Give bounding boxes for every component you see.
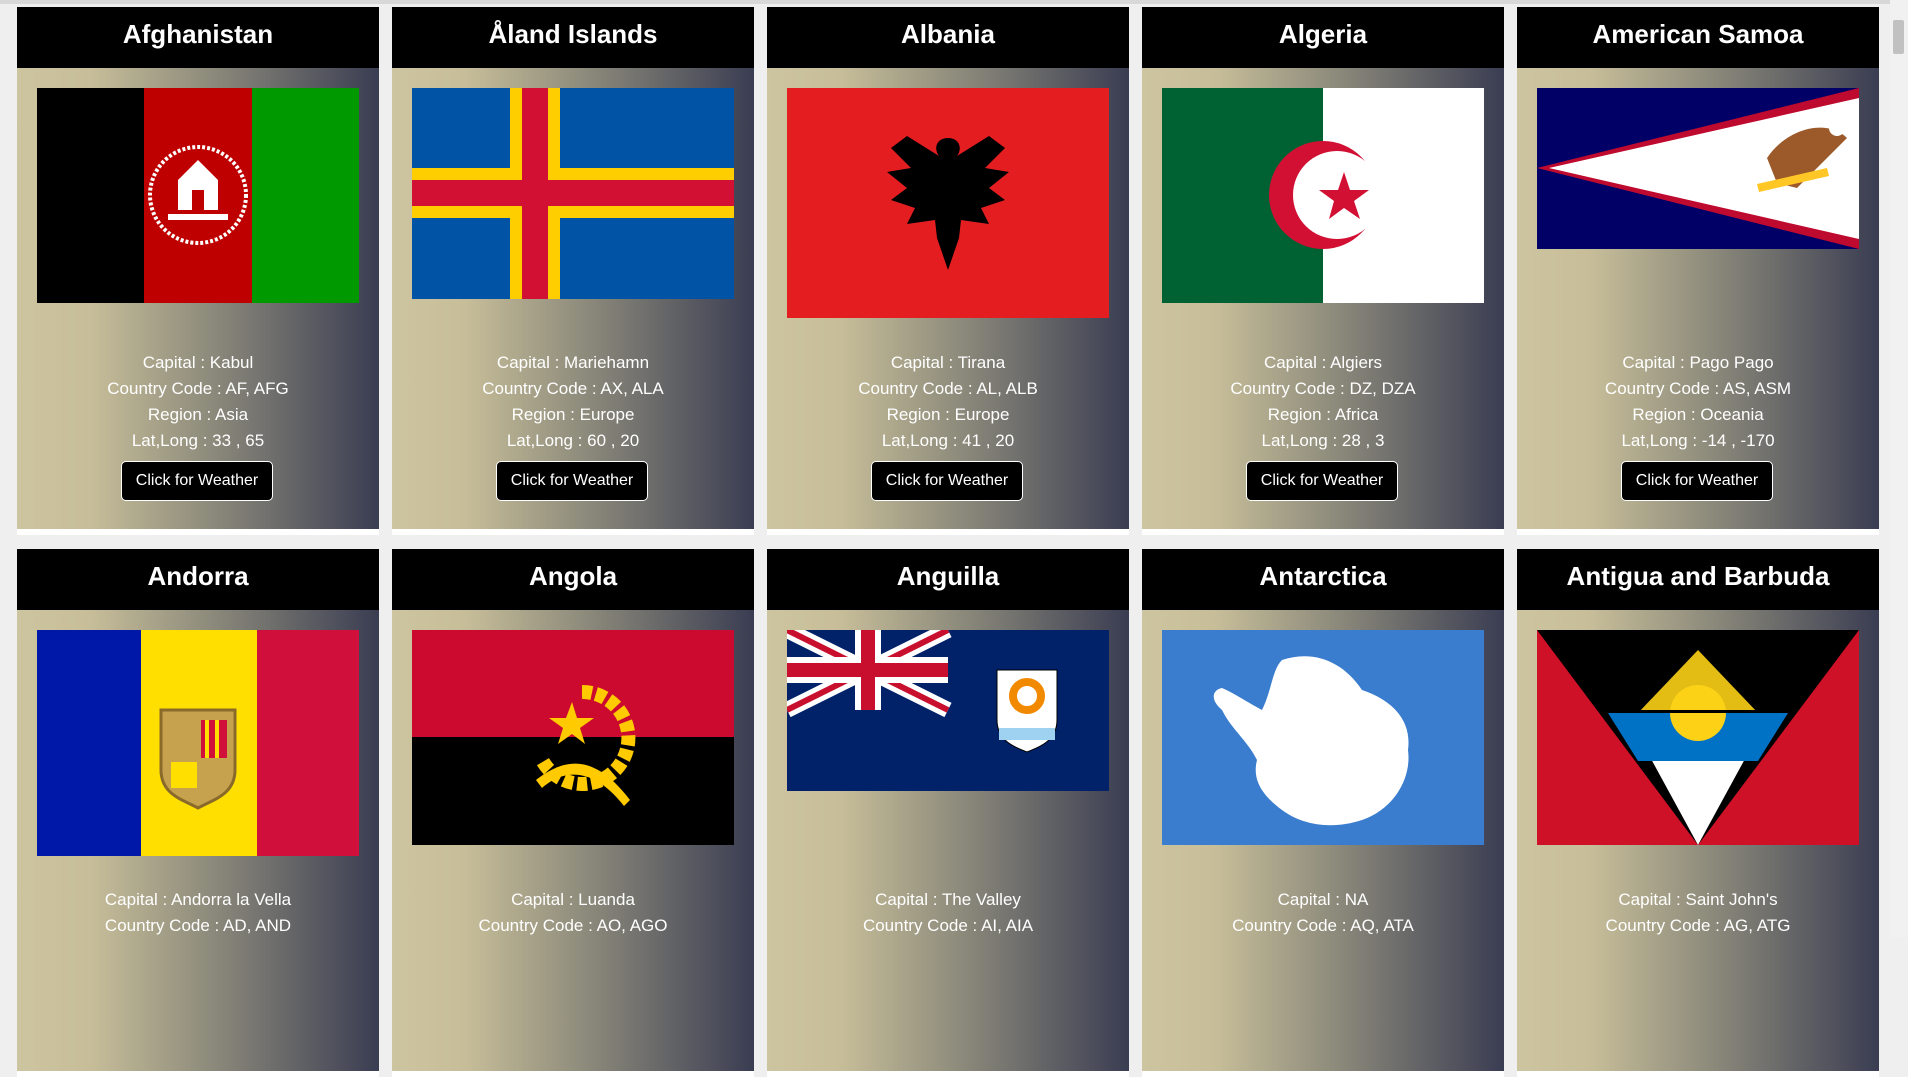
angola-flag-icon bbox=[412, 630, 734, 845]
country-card: American Samoa Capital : Pago Pago Count… bbox=[1517, 7, 1879, 535]
capital-line: Capital : Luanda bbox=[511, 890, 635, 909]
country-info: Capital : The Valley Country Code : AI, … bbox=[767, 887, 1129, 939]
card-body: Capital : Kabul Country Code : AF, AFG R… bbox=[17, 68, 379, 529]
country-name: Afghanistan bbox=[17, 7, 379, 68]
capital-line: Capital : Mariehamn bbox=[496, 353, 650, 372]
country-card: Åland Islands Capital : Mariehamn Countr… bbox=[392, 7, 754, 535]
country-info: Capital : Pago Pago Country Code : AS, A… bbox=[1517, 350, 1879, 454]
region-line: Region : Europe bbox=[886, 405, 1010, 424]
latlong-line: Lat,Long : 28 , 3 bbox=[1261, 431, 1385, 450]
albania-flag-icon bbox=[787, 88, 1109, 318]
card-body: Capital : Pago Pago Country Code : AS, A… bbox=[1517, 68, 1879, 529]
capital-line: Capital : Kabul bbox=[142, 353, 254, 372]
country-info: Capital : Tirana Country Code : AL, ALB … bbox=[767, 350, 1129, 454]
capital-line: Capital : Algiers bbox=[1263, 353, 1383, 372]
country-name: Angola bbox=[392, 549, 754, 610]
country-card: Antarctica Capital : NA Country Code : A… bbox=[1142, 549, 1504, 1077]
country-grid: Afghanistan Capital : Kabul Country Code… bbox=[0, 0, 1890, 1077]
country-info: Capital : Saint John's Country Code : AG… bbox=[1517, 887, 1879, 939]
aland-flag-icon bbox=[412, 88, 734, 299]
country-code-line: Country Code : AO, AGO bbox=[478, 916, 668, 935]
country-card: Angola Capital : Luanda Country Code : A… bbox=[392, 549, 754, 1077]
algeria-flag-icon bbox=[1162, 88, 1484, 303]
capital-line: Capital : Tirana bbox=[890, 353, 1006, 372]
country-card: Afghanistan Capital : Kabul Country Code… bbox=[17, 7, 379, 535]
vertical-scrollbar[interactable] bbox=[1890, 0, 1908, 937]
latlong-line: Lat,Long : 60 , 20 bbox=[506, 431, 640, 450]
card-body: Capital : Andorra la Vella Country Code … bbox=[17, 610, 379, 1071]
country-name: Albania bbox=[767, 7, 1129, 68]
card-body: Capital : NA Country Code : AQ, ATA bbox=[1142, 610, 1504, 1071]
latlong-line: Lat,Long : -14 , -170 bbox=[1621, 431, 1775, 450]
capital-line: Capital : Pago Pago bbox=[1622, 353, 1774, 372]
country-code-line: Country Code : AS, ASM bbox=[1604, 379, 1792, 398]
country-code-line: Country Code : AX, ALA bbox=[482, 379, 664, 398]
region-line: Region : Oceania bbox=[1632, 405, 1764, 424]
country-info: Capital : Mariehamn Country Code : AX, A… bbox=[392, 350, 754, 454]
country-code-line: Country Code : AQ, ATA bbox=[1232, 916, 1414, 935]
latlong-line: Lat,Long : 41 , 20 bbox=[881, 431, 1015, 450]
country-code-line: Country Code : AI, AIA bbox=[862, 916, 1034, 935]
country-info: Capital : NA Country Code : AQ, ATA bbox=[1142, 887, 1504, 939]
country-name: American Samoa bbox=[1517, 7, 1879, 68]
capital-line: Capital : Andorra la Vella bbox=[104, 890, 292, 909]
afghanistan-flag-icon bbox=[37, 88, 359, 303]
country-card: Albania Capital : Tirana Country Code : … bbox=[767, 7, 1129, 535]
anguilla-flag-icon bbox=[787, 630, 1109, 791]
country-card: Andorra Capital : Andorra la Vella Count… bbox=[17, 549, 379, 1077]
country-info: Capital : Luanda Country Code : AO, AGO bbox=[392, 887, 754, 939]
country-card: Anguilla Capital : The Valley Country Co… bbox=[767, 549, 1129, 1077]
region-line: Region : Africa bbox=[1267, 405, 1379, 424]
country-info: Capital : Algiers Country Code : DZ, DZA… bbox=[1142, 350, 1504, 454]
weather-button[interactable]: Click for Weather bbox=[871, 461, 1023, 501]
andorra-flag-icon bbox=[37, 630, 359, 856]
country-info: Capital : Kabul Country Code : AF, AFG R… bbox=[17, 350, 379, 454]
capital-line: Capital : The Valley bbox=[875, 890, 1021, 909]
capital-line: Capital : NA bbox=[1277, 890, 1369, 909]
american-samoa-flag-icon bbox=[1537, 88, 1859, 249]
card-body: Capital : Algiers Country Code : DZ, DZA… bbox=[1142, 68, 1504, 529]
card-body: Capital : The Valley Country Code : AI, … bbox=[767, 610, 1129, 1071]
weather-button[interactable]: Click for Weather bbox=[1246, 461, 1398, 501]
country-name: Åland Islands bbox=[392, 7, 754, 68]
latlong-line: Lat,Long : 33 , 65 bbox=[131, 431, 265, 450]
weather-button[interactable]: Click for Weather bbox=[496, 461, 648, 501]
card-body: Capital : Saint John's Country Code : AG… bbox=[1517, 610, 1879, 1071]
country-card: Antigua and Barbuda Capital : Saint John… bbox=[1517, 549, 1879, 1077]
region-line: Region : Asia bbox=[147, 405, 249, 424]
antarctica-flag-icon bbox=[1162, 630, 1484, 845]
country-info: Capital : Andorra la Vella Country Code … bbox=[17, 887, 379, 939]
scrollbar-thumb[interactable] bbox=[1893, 20, 1904, 54]
country-name: Algeria bbox=[1142, 7, 1504, 68]
antigua-flag-icon bbox=[1537, 630, 1859, 845]
country-code-line: Country Code : DZ, DZA bbox=[1230, 379, 1416, 398]
weather-button[interactable]: Click for Weather bbox=[1621, 461, 1773, 501]
card-body: Capital : Mariehamn Country Code : AX, A… bbox=[392, 68, 754, 529]
country-code-line: Country Code : AG, ATG bbox=[1605, 916, 1791, 935]
country-code-line: Country Code : AD, AND bbox=[104, 916, 292, 935]
country-code-line: Country Code : AF, AFG bbox=[107, 379, 289, 398]
card-body: Capital : Tirana Country Code : AL, ALB … bbox=[767, 68, 1129, 529]
country-card: Algeria Capital : Algiers Country Code :… bbox=[1142, 7, 1504, 535]
country-name: Antarctica bbox=[1142, 549, 1504, 610]
country-name: Anguilla bbox=[767, 549, 1129, 610]
country-code-line: Country Code : AL, ALB bbox=[858, 379, 1038, 398]
country-name: Andorra bbox=[17, 549, 379, 610]
weather-button[interactable]: Click for Weather bbox=[121, 461, 273, 501]
card-body: Capital : Luanda Country Code : AO, AGO bbox=[392, 610, 754, 1071]
country-name: Antigua and Barbuda bbox=[1517, 549, 1879, 610]
region-line: Region : Europe bbox=[511, 405, 635, 424]
capital-line: Capital : Saint John's bbox=[1618, 890, 1778, 909]
